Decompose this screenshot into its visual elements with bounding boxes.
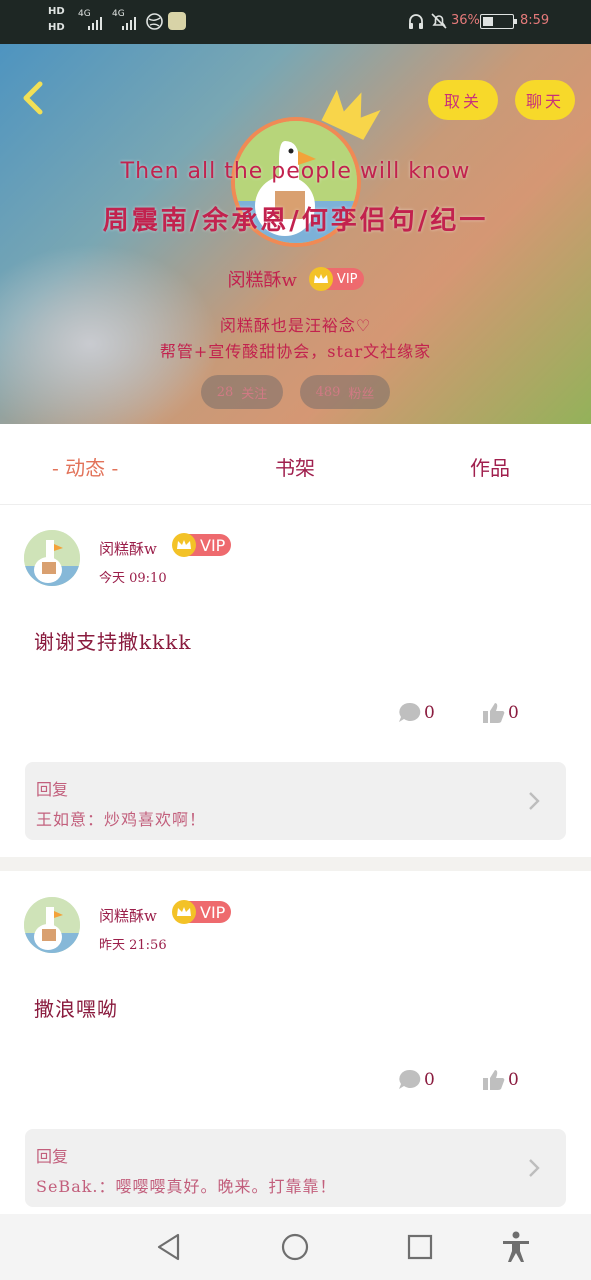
following-chip[interactable]: 28 关注 [201, 375, 283, 409]
post-author-avatar[interactable] [24, 530, 80, 586]
chat-button[interactable]: 聊天 [515, 80, 575, 120]
like-button[interactable]: 0 [482, 1069, 519, 1091]
app-notification-icon [168, 12, 186, 30]
post-card: 闵糕酥w VIP 今天 09:10 谢谢支持撒kkkk 0 0 回复 王如意：炒… [0, 506, 591, 857]
battery-icon [480, 14, 517, 29]
reply-preview[interactable]: 回复 SeBak.：嘤嘤嘤真好。晚来。打靠靠！ [25, 1129, 566, 1207]
status-bar: HD HD 4G 4G 36% 8:59 [0, 0, 591, 44]
post-author-name[interactable]: 闵糕酥w [99, 905, 157, 926]
bio-line-1: 闵糕酥也是汪裕念♡ [219, 316, 372, 335]
post-divider [0, 857, 591, 871]
tab-activity[interactable]: - 动态 - [52, 452, 118, 481]
tab-bookshelf[interactable]: 书架 [275, 452, 315, 481]
username-row: 闵糕酥w VIP [0, 266, 591, 292]
chevron-right-icon [529, 1159, 540, 1177]
post-time: 昨天 21:56 [99, 938, 167, 953]
reply-label: 回复 [36, 780, 69, 799]
vip-crown-icon [172, 900, 196, 924]
post-author-avatar[interactable] [24, 897, 80, 953]
nav-home-icon[interactable] [278, 1230, 312, 1264]
vip-badge: VIP [308, 267, 364, 291]
following-count: 28 [216, 384, 234, 400]
post-author-name[interactable]: 闵糕酥w [99, 538, 157, 559]
crown-icon [321, 89, 381, 140]
nav-back-icon[interactable] [152, 1230, 186, 1264]
comment-count: 0 [424, 703, 435, 723]
like-count: 0 [508, 703, 519, 723]
post-text: 撒浪嘿呦 [34, 997, 118, 1021]
browser-icon [146, 13, 163, 30]
thumbs-up-icon [483, 703, 505, 723]
profile-header: 取关 聊天 Then all the people will know 周震南/… [0, 44, 591, 424]
vip-label: VIP [336, 271, 358, 287]
comment-icon [399, 1069, 421, 1089]
battery-fill [483, 17, 494, 26]
fans-count: 489 [315, 384, 341, 400]
unfollow-button[interactable]: 取关 [428, 80, 498, 120]
accessibility-icon[interactable] [499, 1230, 533, 1264]
mute-bell-icon [431, 13, 447, 29]
nav-recents-icon[interactable] [403, 1230, 437, 1264]
clock: 8:59 [520, 13, 550, 28]
profile-tabs: - 动态 - 书架 作品 [0, 424, 591, 505]
profile-username: 闵糕酥w [227, 270, 297, 291]
motto-chinese: 周震南/余承恩/何孪侣句/纪一 [102, 206, 489, 236]
vip-label: VIP [200, 902, 226, 922]
reply-text: SeBak.：嘤嘤嘤真好。晚来。打靠靠！ [36, 1177, 337, 1196]
comment-count: 0 [424, 1070, 435, 1090]
vip-crown-icon [308, 267, 333, 291]
back-arrow-icon[interactable] [14, 78, 54, 118]
headphones-icon [409, 14, 423, 29]
battery-percent: 36% [451, 13, 480, 28]
post-time: 今天 09:10 [99, 571, 167, 586]
signal-icon [88, 14, 102, 30]
sim2-label: HD [48, 22, 65, 33]
thumbs-up-icon [483, 1070, 505, 1090]
following-label: 关注 [241, 386, 268, 402]
reply-label: 回复 [36, 1147, 69, 1166]
fans-label: 粉丝 [348, 386, 375, 402]
comment-button[interactable]: 0 [398, 702, 435, 724]
bio-line-2: 帮管+宣传酸甜协会，star文社缘家 [159, 342, 432, 361]
post-vip-badge: VIP [172, 900, 232, 924]
signal-icon-2 [122, 14, 136, 30]
chevron-right-icon [529, 792, 540, 810]
like-count: 0 [508, 1070, 519, 1090]
reply-text: 王如意：炒鸡喜欢啊！ [36, 810, 207, 829]
vip-label: VIP [200, 535, 226, 555]
fans-chip[interactable]: 489 粉丝 [300, 375, 390, 409]
system-nav-bar [0, 1214, 591, 1280]
motto-english: Then all the people will know [120, 159, 471, 184]
vip-crown-icon [172, 533, 196, 557]
reply-preview[interactable]: 回复 王如意：炒鸡喜欢啊！ [25, 762, 566, 840]
post-text: 谢谢支持撒kkkk [34, 630, 192, 654]
tab-works[interactable]: 作品 [470, 452, 510, 481]
post-card: 闵糕酥w VIP 昨天 21:56 撒浪嘿呦 0 0 回复 SeBak.：嘤嘤嘤… [0, 871, 591, 1214]
comment-icon [399, 702, 421, 722]
comment-button[interactable]: 0 [398, 1069, 435, 1091]
like-button[interactable]: 0 [482, 702, 519, 724]
sim1-label: HD [48, 6, 65, 17]
post-vip-badge: VIP [172, 533, 232, 557]
